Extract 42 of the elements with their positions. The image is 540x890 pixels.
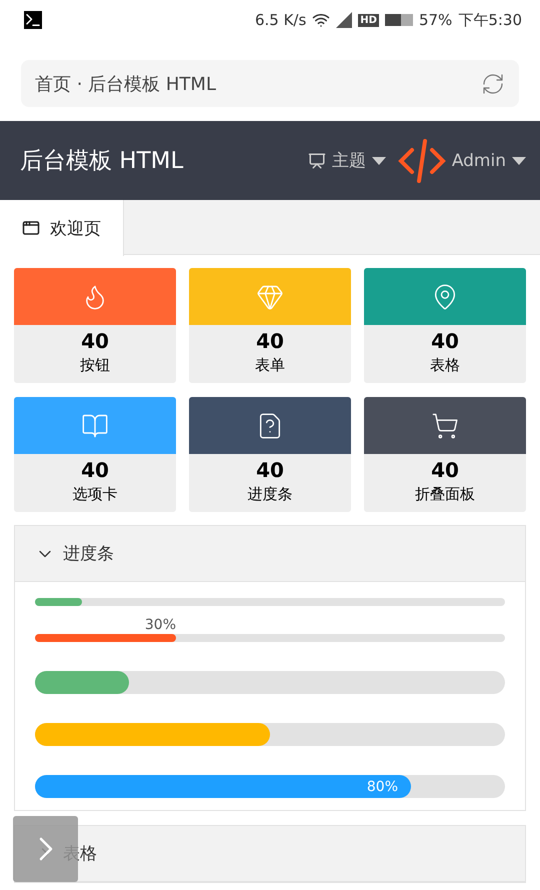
hd-badge: HD — [358, 14, 379, 26]
stat-count: 40 — [430, 329, 460, 353]
battery-percent: 57% — [418, 11, 452, 29]
stat-card[interactable]: 40 进度条 — [189, 397, 351, 512]
stat-count: 40 — [430, 458, 460, 482]
stat-card[interactable]: 40 按钮 — [14, 268, 176, 383]
address-bar[interactable]: 首页 · 后台模板 HTML — [21, 60, 519, 107]
stat-label: 选项卡 — [72, 485, 118, 504]
caret-icon — [512, 156, 526, 164]
stat-count: 40 — [80, 329, 110, 353]
stat-label: 进度条 — [246, 485, 294, 504]
stat-card[interactable]: 40 折叠面板 — [364, 397, 526, 512]
stat-card[interactable]: 40 表格 — [364, 268, 526, 383]
progress-label: 80% — [366, 778, 399, 794]
code-logo-icon — [398, 138, 446, 184]
battery-icon — [384, 14, 413, 26]
clock: 下午5:30 — [458, 10, 522, 30]
page-tab[interactable]: 欢迎页 — [0, 200, 124, 256]
user-menu[interactable]: Admin — [452, 150, 526, 170]
stat-card[interactable]: 40 表单 — [189, 268, 351, 383]
page-address: 首页 · 后台模板 HTML — [35, 72, 216, 96]
reload-icon[interactable] — [481, 72, 505, 96]
stat-count: 40 — [255, 458, 285, 482]
stat-card[interactable]: 40 选项卡 — [14, 397, 176, 512]
progress-label: 30% — [144, 617, 176, 633]
stat-count: 40 — [80, 458, 110, 482]
caret-icon — [372, 156, 386, 164]
theme-menu[interactable]: 主题 — [308, 149, 386, 172]
cart-icon — [431, 412, 459, 440]
network-speed: 6.5 K/s — [254, 11, 306, 29]
wifi-icon — [312, 11, 330, 29]
stat-label: 按钮 — [79, 356, 111, 375]
stat-label: 表格 — [429, 356, 461, 375]
stat-label: 表单 — [254, 356, 286, 375]
stat-count: 40 — [255, 329, 285, 353]
panel-header[interactable]: 进度条 — [15, 526, 525, 582]
presentation-icon — [308, 152, 326, 170]
window-icon — [22, 219, 40, 237]
stat-label: 折叠面板 — [414, 485, 476, 504]
app-title: 后台模板 HTML — [20, 147, 184, 176]
terminal-icon — [24, 11, 42, 29]
signal-icon — [336, 12, 352, 28]
